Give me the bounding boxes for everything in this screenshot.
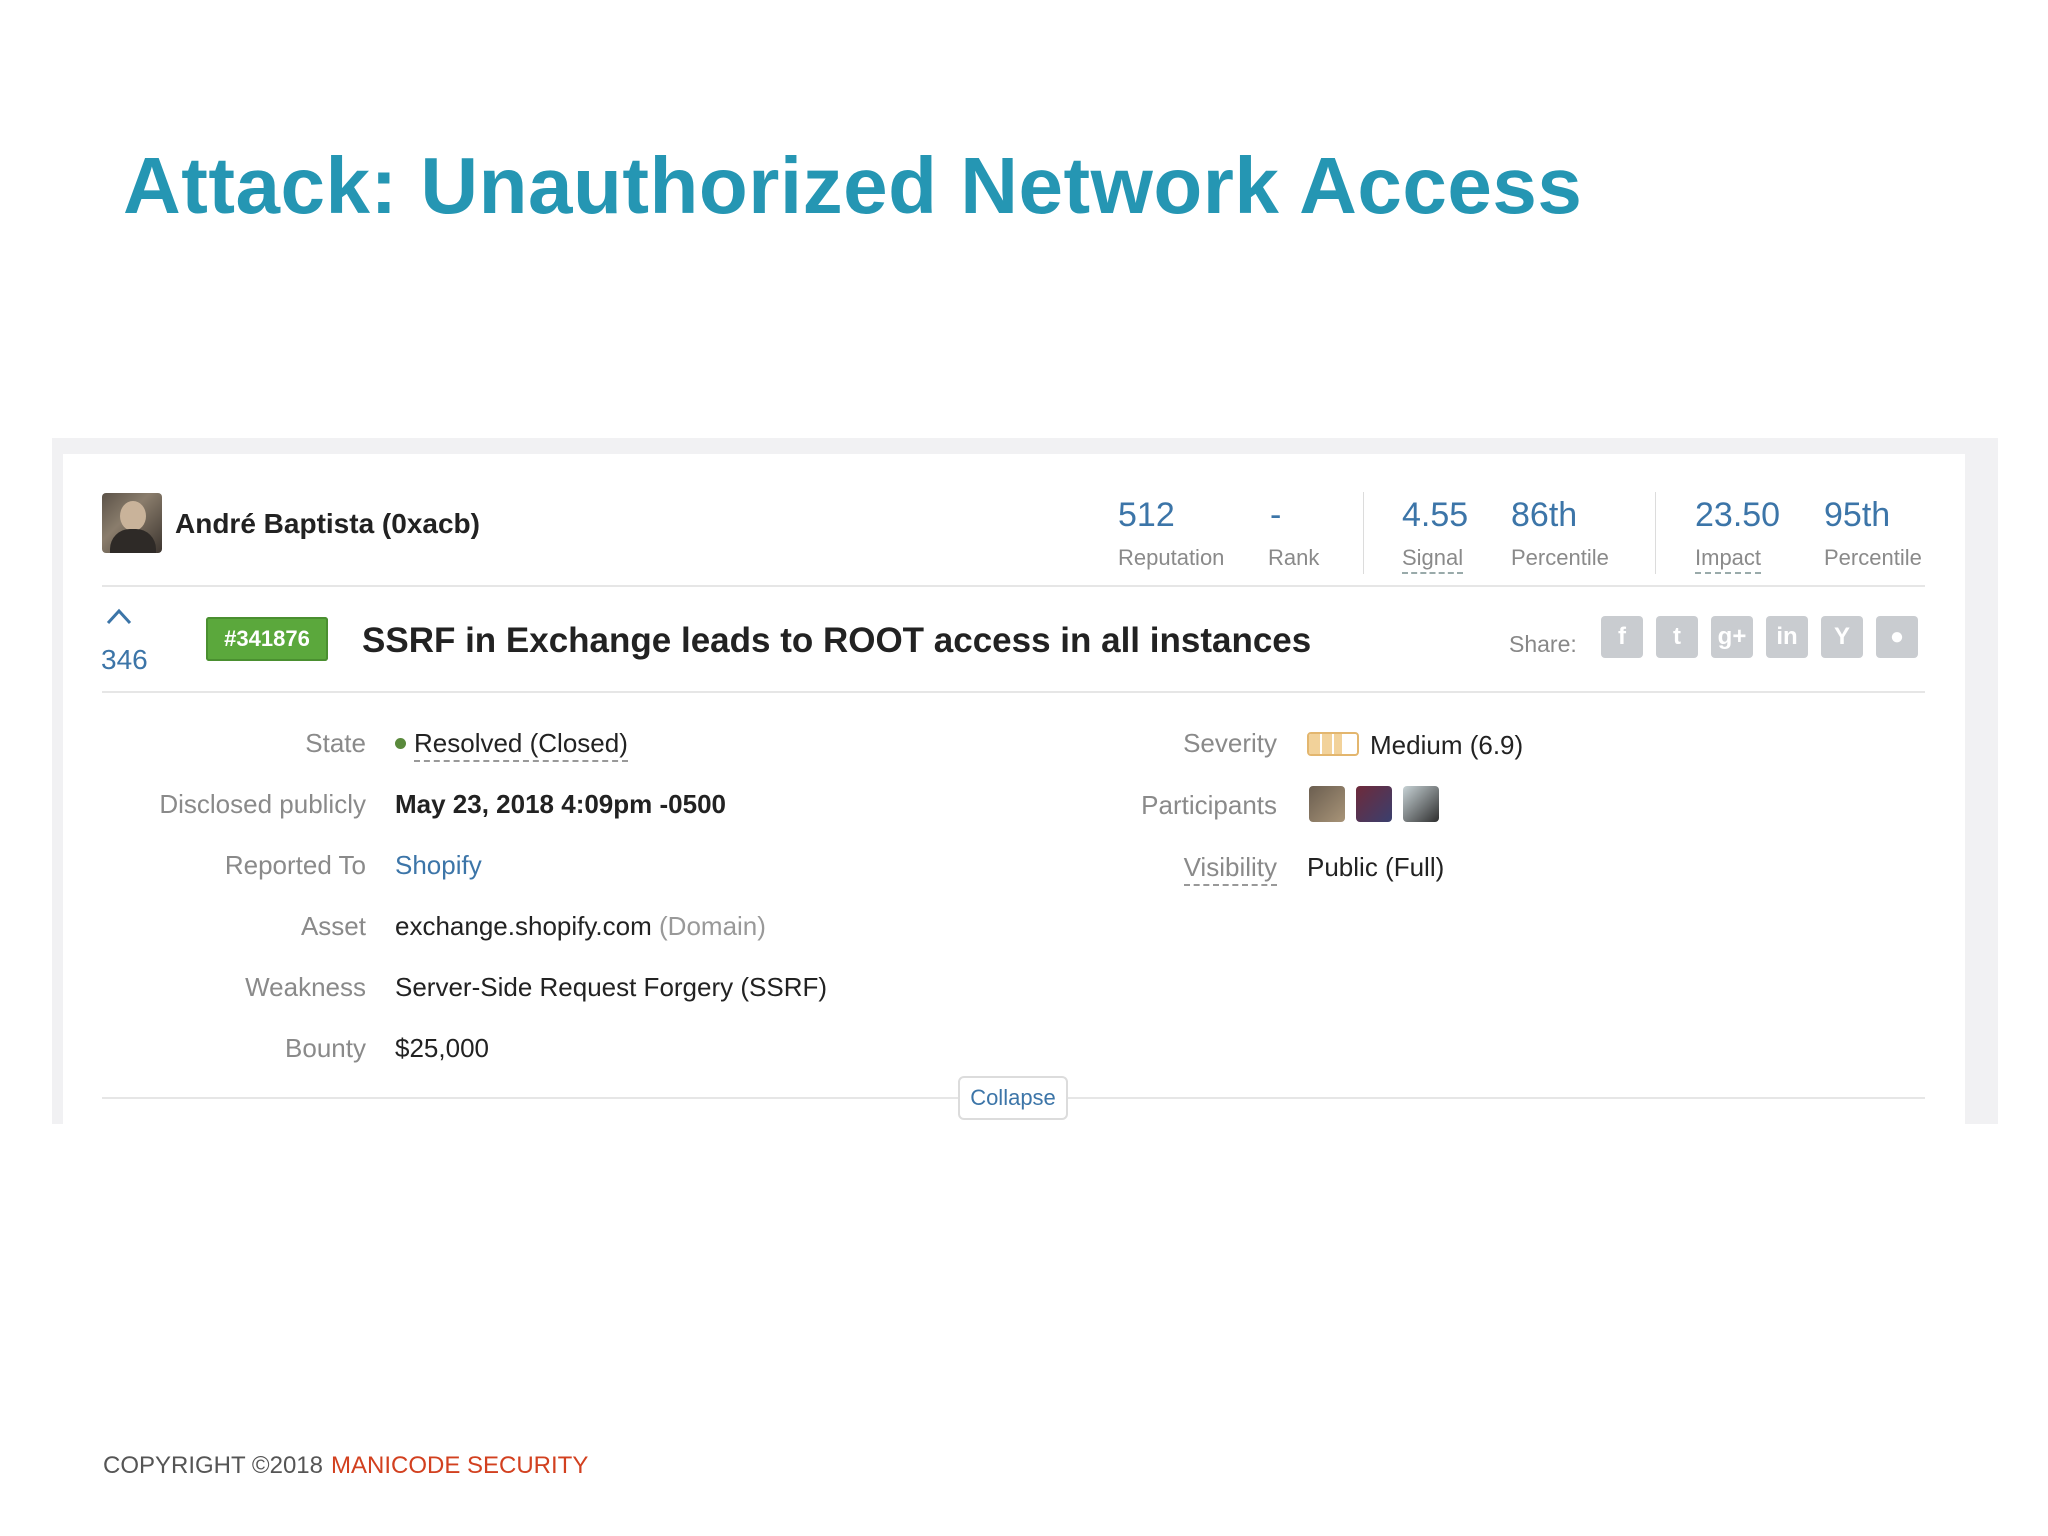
asset-label: Asset (300, 911, 366, 941)
user-avatar[interactable] (102, 493, 162, 553)
share-label: Share: (1509, 631, 1577, 657)
participant-avatar[interactable] (1356, 786, 1392, 822)
stat-divider (1655, 492, 1656, 574)
report-title: SSRF in Exchange leads to ROOT access in… (362, 621, 1312, 660)
slide-title: Attack: Unauthorized Network Access (123, 141, 1583, 230)
report-id-badge[interactable]: #341876 (206, 617, 328, 661)
reported-to-link[interactable]: Shopify (395, 850, 482, 881)
severity-meter-fill (1309, 734, 1343, 754)
disclosed-value: May 23, 2018 4:09pm -0500 (395, 789, 726, 819)
visibility-label: Visibility (1183, 852, 1277, 886)
weakness-label: Weakness (245, 972, 366, 1002)
participants-label: Participants (1141, 790, 1277, 820)
facebook-icon[interactable]: f (1601, 616, 1643, 658)
state-text: Resolved (Closed) (414, 728, 628, 762)
copyright-text: COPYRIGHT ©2018 (103, 1452, 323, 1479)
stat-label: Percentile (1824, 545, 1922, 570)
stat-value: 512 (1118, 496, 1175, 534)
asset-type: (Domain) (659, 911, 766, 941)
stat-impact-percentile: 95th Percentile (1824, 496, 1922, 571)
stat-label: Reputation (1118, 545, 1225, 570)
stat-label: Impact (1695, 545, 1762, 574)
stat-value: - (1270, 496, 1282, 534)
visibility-label-text: Visibility (1183, 852, 1277, 886)
stat-divider (1363, 492, 1364, 574)
asset-domain: exchange.shopify.com (395, 911, 652, 941)
severity-meter (1307, 732, 1359, 756)
severity-value: Medium (6.9) (1370, 730, 1524, 760)
hacker-news-icon[interactable]: Y (1821, 616, 1863, 658)
stat-value: 4.55 (1402, 496, 1469, 534)
brand-name: MANICODE SECURITY (330, 1452, 589, 1479)
stat-impact[interactable]: 23.50 Impact (1695, 496, 1780, 574)
linkedin-icon[interactable]: in (1766, 616, 1808, 658)
collapse-button[interactable]: Collapse (958, 1076, 1068, 1120)
bounty-value: $25,000 (395, 1033, 489, 1063)
reddit-icon[interactable]: ● (1876, 616, 1918, 658)
stat-signal[interactable]: 4.55 Signal (1402, 496, 1468, 574)
weakness-value: Server-Side Request Forgery (SSRF) (395, 972, 828, 1002)
state-value[interactable]: Resolved (Closed) (395, 728, 628, 762)
stat-label: Percentile (1511, 545, 1609, 570)
header-divider (102, 585, 1925, 587)
stat-value: 23.50 (1695, 496, 1781, 534)
user-name[interactable]: André Baptista (0xacb) (175, 508, 480, 540)
stat-rank: - Rank (1268, 496, 1319, 571)
state-dot-icon (395, 737, 406, 749)
stat-label: Signal (1402, 545, 1464, 574)
upvote-icon[interactable] (105, 606, 133, 626)
participant-avatar[interactable] (1403, 786, 1439, 822)
stat-value: 95th (1824, 496, 1891, 534)
participant-avatar[interactable] (1309, 786, 1345, 822)
title-divider (102, 691, 1925, 693)
footer-copyright: COPYRIGHT ©2018 MANICODE SECURITY (103, 1452, 588, 1480)
stat-value: 86th (1511, 496, 1578, 534)
visibility-value: Public (Full) (1307, 852, 1445, 882)
stat-label: Rank (1268, 545, 1320, 570)
bounty-label: Bounty (285, 1033, 366, 1063)
vote-count: 346 (101, 644, 148, 675)
google-plus-icon[interactable]: g+ (1711, 616, 1753, 658)
reported-to-label: Reported To (224, 850, 366, 880)
twitter-icon[interactable]: t (1656, 616, 1698, 658)
asset-value: exchange.shopify.com (Domain) (395, 911, 766, 942)
stat-reputation: 512 Reputation (1118, 496, 1224, 571)
severity-label: Severity (1183, 728, 1277, 758)
state-label: State (305, 728, 366, 758)
stat-signal-percentile: 86th Percentile (1511, 496, 1609, 571)
disclosed-label: Disclosed publicly (159, 789, 366, 819)
